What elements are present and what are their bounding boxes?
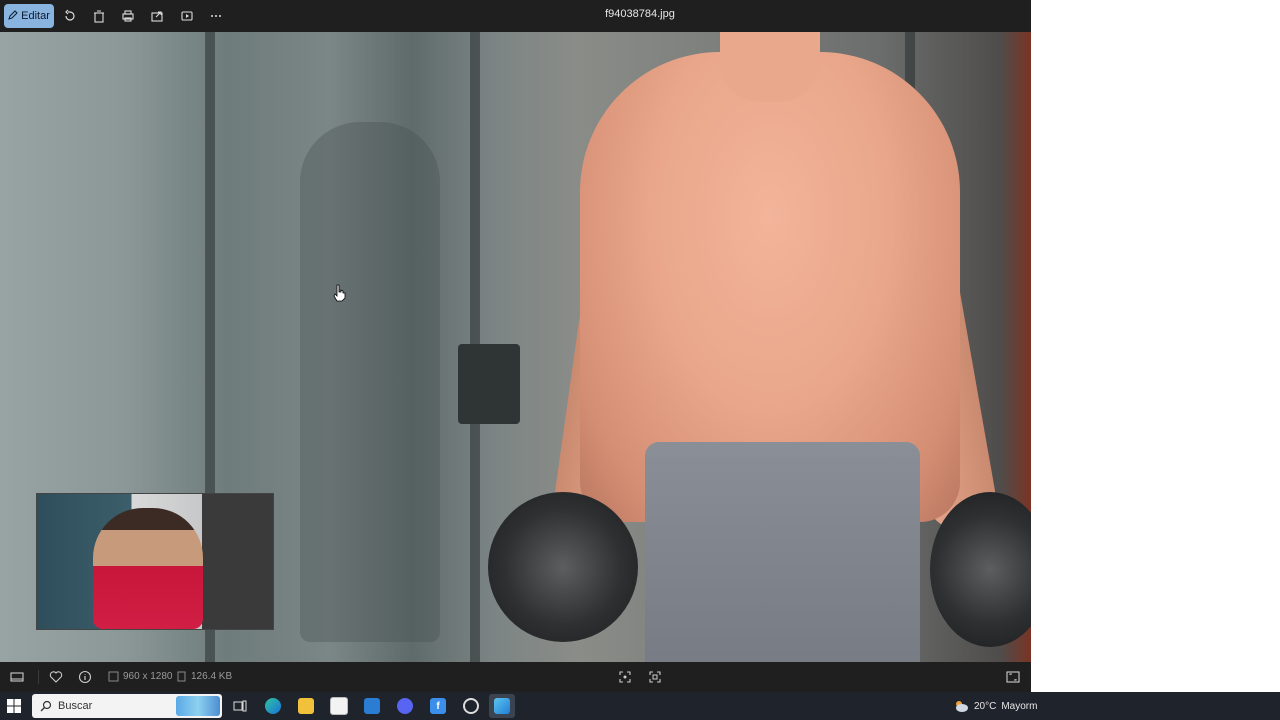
delete-icon[interactable] xyxy=(89,6,109,26)
facebook-icon[interactable]: f xyxy=(425,694,451,718)
search-highlight-image xyxy=(176,696,220,716)
favorite-heart-icon[interactable] xyxy=(49,670,63,684)
photos-app-icon[interactable] xyxy=(489,694,515,718)
print-icon[interactable] xyxy=(118,6,138,26)
rotate-icon[interactable] xyxy=(60,6,80,26)
neck xyxy=(720,32,820,102)
windows-taskbar: Buscar f 20°C Mayorm xyxy=(0,692,1280,720)
edit-pencil-icon xyxy=(8,9,18,23)
screen-recorder-icon[interactable] xyxy=(458,694,484,718)
edit-button[interactable]: Editar xyxy=(4,4,54,28)
weather-description: Mayorm xyxy=(1001,700,1038,712)
gray-shorts xyxy=(645,442,920,662)
weather-cloud-icon xyxy=(956,701,968,712)
slideshow-icon[interactable] xyxy=(177,6,197,26)
edge-browser-icon[interactable] xyxy=(260,694,286,718)
fullscreen-icon[interactable] xyxy=(1006,670,1020,684)
file-size-text: 126.4 KB xyxy=(191,671,233,682)
file-explorer-icon[interactable] xyxy=(293,694,319,718)
door-hinge xyxy=(458,344,520,424)
reflection-figure xyxy=(300,122,440,642)
more-icon[interactable] xyxy=(206,6,226,26)
image-dimensions: 960 x 1280 xyxy=(108,671,173,682)
file-size: 126.4 KB xyxy=(176,671,232,682)
task-view-icon[interactable] xyxy=(227,694,253,718)
info-icon[interactable] xyxy=(78,670,92,684)
actual-size-icon[interactable] xyxy=(648,670,662,684)
discord-icon[interactable] xyxy=(392,694,418,718)
taskbar-search-box[interactable]: Buscar xyxy=(32,694,222,718)
weather-widget[interactable]: 20°C Mayorm xyxy=(953,692,1037,720)
left-dumbbell xyxy=(488,492,638,642)
file-name: f94038784.jpg xyxy=(605,8,675,20)
mail-icon[interactable] xyxy=(359,694,385,718)
webcam-person xyxy=(93,508,203,629)
divider xyxy=(38,670,39,684)
share-icon[interactable] xyxy=(147,6,167,26)
start-windows-icon[interactable] xyxy=(6,698,22,714)
bottom-info-bar: 960 x 1280 126.4 KB xyxy=(0,662,1031,692)
search-icon xyxy=(40,700,52,712)
dimensions-text: 960 x 1280 xyxy=(123,671,173,682)
fit-to-window-icon[interactable] xyxy=(618,670,632,684)
microsoft-store-icon[interactable] xyxy=(326,694,352,718)
search-label: Buscar xyxy=(58,700,93,712)
file-size-icon xyxy=(177,671,186,682)
webcam-overlay xyxy=(36,493,274,630)
dimensions-icon xyxy=(108,671,119,682)
hand-cursor-icon xyxy=(333,284,346,302)
weather-temperature: 20°C xyxy=(974,700,997,712)
edit-label: Editar xyxy=(21,10,50,22)
filmstrip-icon[interactable] xyxy=(10,670,24,684)
top-toolbar: Editar f94038784.jpg xyxy=(0,0,1031,32)
photos-app-window: Editar f94038784.jpg 960 x 1280 126.4 KB xyxy=(0,0,1031,692)
